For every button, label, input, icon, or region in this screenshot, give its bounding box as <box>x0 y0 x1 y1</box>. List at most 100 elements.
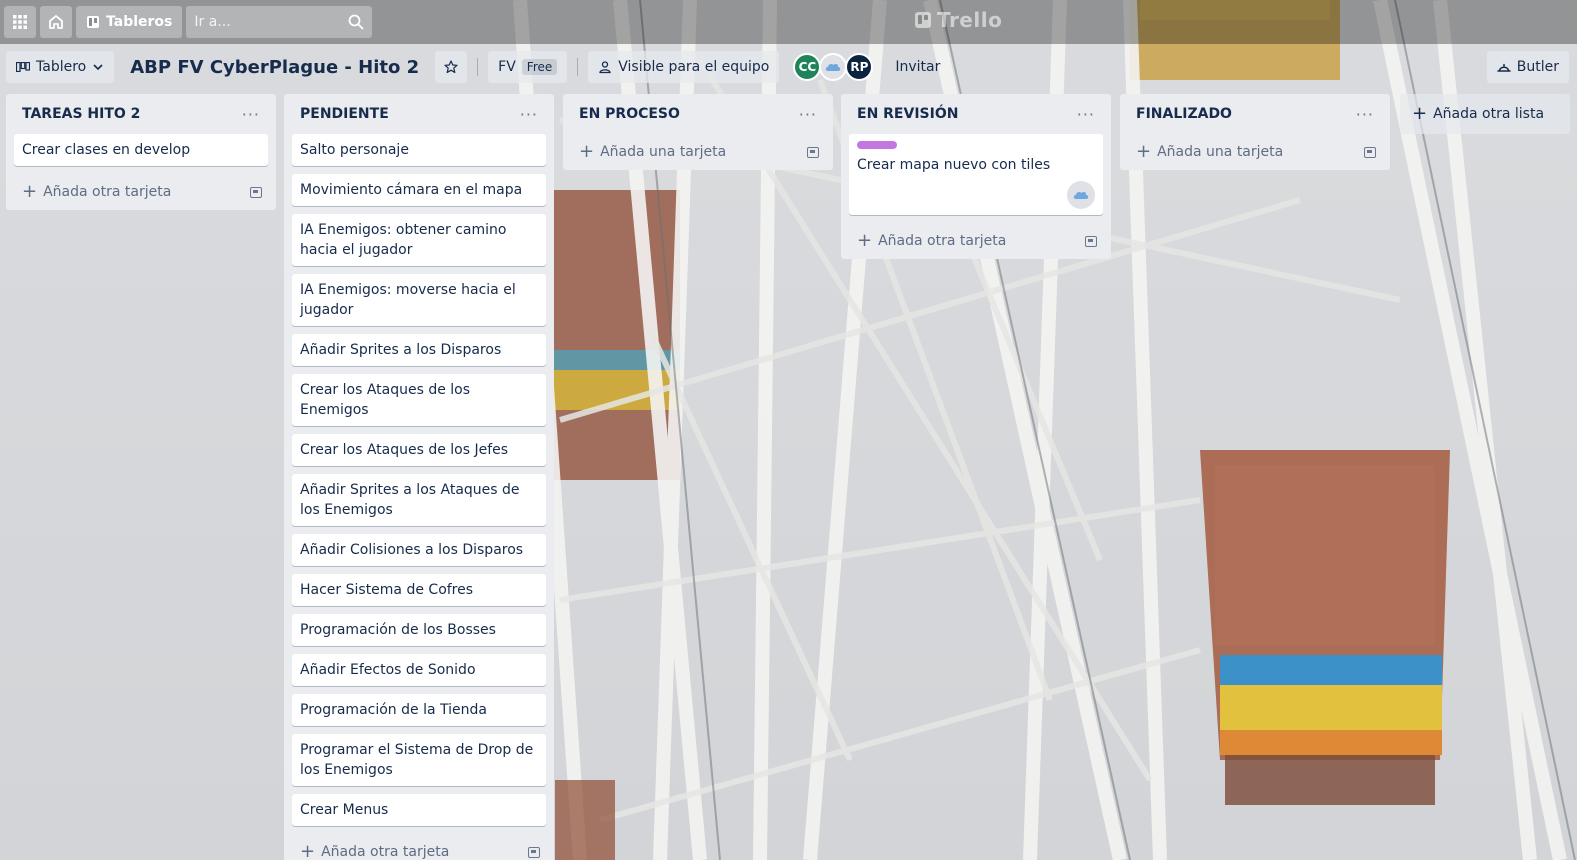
plan-badge: Free <box>521 59 558 75</box>
visibility-button[interactable]: Visible para el equipo <box>588 51 780 83</box>
trello-logo-text: Trello <box>937 8 1003 32</box>
add-card-label: Añada una tarjeta <box>1157 144 1284 160</box>
home-icon <box>49 15 63 29</box>
search-input[interactable] <box>194 14 335 30</box>
board-view-label: Tablero <box>36 59 87 75</box>
list-title[interactable]: FINALIZADO <box>1136 106 1232 122</box>
avatar[interactable] <box>819 53 848 81</box>
add-card-button[interactable]: + Añada otra tarjeta <box>849 223 1103 259</box>
boards-button[interactable]: Tableros <box>76 6 183 38</box>
card-template-icon[interactable] <box>250 186 262 198</box>
list-en-revision: EN REVISIÓN ··· Crear mapa nuevo con til… <box>841 94 1111 259</box>
list-pendiente: PENDIENTE ··· Salto personaje Movimiento… <box>284 94 554 860</box>
butler-label: Butler <box>1516 59 1559 75</box>
add-card-label: Añada otra tarjeta <box>321 844 450 860</box>
list-title[interactable]: PENDIENTE <box>300 106 389 122</box>
list-tareas-hito-2: TAREAS HITO 2 ··· Crear clases en develo… <box>6 94 276 210</box>
board-title[interactable]: ABP FV CyberPlague - Hito 2 <box>122 57 427 78</box>
cloud-avatar-icon <box>1073 191 1089 199</box>
board-members: CC RP <box>793 53 874 81</box>
plus-icon: + <box>579 141 595 162</box>
star-icon <box>444 60 458 74</box>
card-template-icon[interactable] <box>1364 146 1376 158</box>
chevron-down-icon <box>93 64 103 71</box>
list-menu-icon[interactable]: ··· <box>1073 105 1099 124</box>
search-box[interactable] <box>186 6 373 38</box>
star-board-button[interactable] <box>435 51 468 83</box>
plus-icon: + <box>300 841 316 860</box>
list-header[interactable]: FINALIZADO ··· <box>1128 94 1382 134</box>
card[interactable]: Crear los Ataques de los Jefes <box>292 434 546 466</box>
list-header[interactable]: EN PROCESO ··· <box>571 94 825 134</box>
list-menu-icon[interactable]: ··· <box>516 105 542 124</box>
list-title[interactable]: EN PROCESO <box>579 106 680 122</box>
plus-icon: + <box>1412 103 1428 124</box>
list-finalizado: FINALIZADO ··· + Añada una tarjeta <box>1120 94 1390 170</box>
add-card-button[interactable]: + Añada otra tarjeta <box>292 834 546 860</box>
list-menu-icon[interactable]: ··· <box>1352 105 1378 124</box>
card-footer <box>857 181 1095 209</box>
team-visibility-icon <box>599 61 611 74</box>
trello-logo-icon <box>915 12 931 28</box>
plus-icon: + <box>1136 141 1152 162</box>
card[interactable]: Hacer Sistema de Cofres <box>292 574 546 606</box>
card[interactable]: Añadir Efectos de Sonido <box>292 654 546 686</box>
list-en-proceso: EN PROCESO ··· + Añada una tarjeta <box>563 94 833 170</box>
board-view-icon <box>16 62 30 72</box>
card[interactable]: Crear Menus <box>292 794 546 826</box>
invite-button[interactable]: Invitar <box>887 51 948 83</box>
card-template-icon[interactable] <box>807 146 819 158</box>
card[interactable]: Programación de los Bosses <box>292 614 546 646</box>
card[interactable]: Programar el Sistema de Drop de los Enem… <box>292 734 546 786</box>
add-list-button[interactable]: + Añada otra lista <box>1400 94 1570 134</box>
header-divider <box>577 58 579 76</box>
list-title[interactable]: TAREAS HITO 2 <box>22 106 140 122</box>
top-navigation-bar: Tableros Trello <box>0 0 1577 44</box>
trello-logo[interactable]: Trello <box>915 8 1002 32</box>
grid-icon <box>13 15 27 29</box>
card[interactable]: IA Enemigos: obtener camino hacia el jug… <box>292 214 546 266</box>
add-card-label: Añada una tarjeta <box>600 144 727 160</box>
list-title[interactable]: EN REVISIÓN <box>857 106 958 122</box>
card-template-icon[interactable] <box>528 846 540 858</box>
avatar[interactable] <box>1067 181 1095 209</box>
card[interactable]: Programación de la Tienda <box>292 694 546 726</box>
avatar[interactable]: CC <box>793 53 822 81</box>
add-list-label: Añada otra lista <box>1433 106 1545 122</box>
boards-icon <box>87 16 99 28</box>
visibility-label: Visible para el equipo <box>618 59 770 75</box>
plus-icon: + <box>22 181 38 202</box>
search-icon[interactable] <box>348 14 364 30</box>
list-menu-icon[interactable]: ··· <box>238 105 264 124</box>
workspace-abbr: FV <box>498 59 516 75</box>
home-button[interactable] <box>40 6 72 38</box>
card[interactable]: Movimiento cámara en el mapa <box>292 174 546 206</box>
card-template-icon[interactable] <box>1085 235 1097 247</box>
boards-label: Tableros <box>106 14 173 30</box>
list-header[interactable]: PENDIENTE ··· <box>292 94 546 134</box>
add-card-button[interactable]: + Añada una tarjeta <box>1128 134 1382 170</box>
card[interactable]: Salto personaje <box>292 134 546 166</box>
card[interactable]: Añadir Sprites a los Disparos <box>292 334 546 366</box>
card[interactable]: Añadir Colisiones a los Disparos <box>292 534 546 566</box>
card[interactable]: Añadir Sprites a los Ataques de los Enem… <box>292 474 546 526</box>
butler-button[interactable]: Butler <box>1486 51 1569 83</box>
butler-icon <box>1497 63 1511 72</box>
add-card-label: Añada otra tarjeta <box>878 233 1007 249</box>
card[interactable]: Crear mapa nuevo con tiles <box>849 134 1103 215</box>
card[interactable]: Crear clases en develop <box>14 134 268 166</box>
board-header: Tablero ABP FV CyberPlague - Hito 2 FV F… <box>0 44 1577 90</box>
card[interactable]: IA Enemigos: moverse hacia el jugador <box>292 274 546 326</box>
apps-menu-button[interactable] <box>4 6 36 38</box>
plus-icon: + <box>857 230 873 251</box>
card-label-purple[interactable] <box>857 141 897 149</box>
add-card-button[interactable]: + Añada una tarjeta <box>571 134 825 170</box>
add-card-button[interactable]: + Añada otra tarjeta <box>14 174 268 210</box>
workspace-button[interactable]: FV Free <box>488 51 568 83</box>
card[interactable]: Crear los Ataques de los Enemigos <box>292 374 546 426</box>
list-menu-icon[interactable]: ··· <box>795 105 821 124</box>
list-header[interactable]: TAREAS HITO 2 ··· <box>14 94 268 134</box>
board-view-switcher[interactable]: Tablero <box>6 51 115 83</box>
avatar[interactable]: RP <box>845 53 874 81</box>
list-header[interactable]: EN REVISIÓN ··· <box>849 94 1103 134</box>
